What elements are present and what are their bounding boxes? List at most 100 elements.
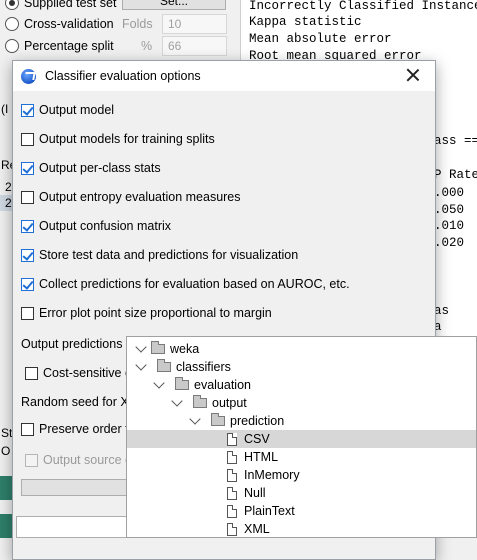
folder-icon (175, 377, 189, 390)
file-icon (227, 522, 237, 536)
percent-label: % (141, 39, 153, 53)
cost-sensitive-checkbox[interactable] (25, 366, 38, 380)
preserve-order-option[interactable]: Preserve order fo (21, 419, 136, 439)
tree-node-weka[interactable]: weka (127, 340, 476, 358)
tree-node-label: output (212, 396, 247, 410)
cross-validation-option[interactable]: Cross-validation (5, 14, 114, 34)
output-line: Kappa statistic (249, 15, 362, 29)
file-icon (227, 504, 237, 518)
result-row-text: 2 (5, 196, 12, 210)
error-plot-point-size-label: Error plot point size proportional to ma… (39, 306, 272, 320)
supplied-test-set-label: Supplied test set (24, 0, 117, 10)
output-models-training-splits-checkbox[interactable] (21, 132, 34, 146)
output-source-option[interactable]: Output source c (25, 450, 131, 470)
chevron-down-icon[interactable] (153, 377, 165, 389)
folds-field[interactable]: 10 (162, 14, 227, 34)
output-per-class-stats-checkbox[interactable] (21, 161, 34, 175)
random-seed-label: Random seed for XV (21, 395, 138, 409)
output-entropy-checkbox[interactable] (21, 190, 34, 204)
set-button[interactable]: Set... (122, 0, 226, 10)
output-fragment: ass == (434, 134, 477, 148)
cross-validation-radio[interactable] (5, 17, 19, 31)
output-confusion-matrix-option[interactable]: Output confusion matrix (21, 216, 171, 236)
tree-node-xml[interactable]: XML (127, 520, 476, 538)
tree-node-prediction[interactable]: prediction (127, 412, 476, 430)
selected-result-row[interactable]: 2 (0, 195, 12, 211)
output-fragment: as (434, 304, 450, 318)
tree-node-csv[interactable]: CSV (127, 430, 476, 448)
preserve-order-label: Preserve order fo (39, 422, 136, 436)
tree-node-plaintext[interactable]: PlainText (127, 502, 476, 520)
weka-bird-logo-2 (0, 514, 12, 538)
tree-node-null[interactable]: Null (127, 484, 476, 502)
percentage-split-option[interactable]: Percentage split (5, 36, 114, 56)
chevron-down-icon[interactable] (135, 359, 147, 371)
tree-node-evaluation[interactable]: evaluation (127, 376, 476, 394)
output-entropy-option[interactable]: Output entropy evaluation measures (21, 187, 241, 207)
tree-node-classifiers[interactable]: classifiers (127, 358, 476, 376)
error-plot-point-size-option[interactable]: Error plot point size proportional to ma… (21, 303, 272, 323)
cross-validation-label: Cross-validation (24, 17, 114, 31)
tree-node-label: InMemory (244, 468, 300, 482)
status-text: O (1, 444, 11, 458)
output-model-option[interactable]: Output model (21, 100, 114, 120)
percentage-split-radio[interactable] (5, 39, 19, 53)
supplied-test-set-radio[interactable] (5, 0, 19, 10)
tree-node-label: CSV (244, 432, 270, 446)
output-per-class-stats-option[interactable]: Output per-class stats (21, 158, 161, 178)
output-line: Incorrectly Classified Instances (249, 0, 477, 13)
output-model-label: Output model (39, 103, 115, 117)
dialog-title: Classifier evaluation options (45, 69, 201, 83)
output-predictions-tree[interactable]: weka classifiers evaluation output predi… (126, 336, 477, 538)
output-source-checkbox[interactable] (25, 453, 38, 467)
file-icon (227, 432, 237, 446)
output-per-class-stats-label: Output per-class stats (39, 161, 161, 175)
output-fragment: P Rate (434, 168, 477, 182)
output-value: .010 (434, 219, 465, 233)
output-model-checkbox[interactable] (21, 103, 34, 117)
source-attributes-button[interactable] (21, 479, 131, 496)
tree-node-output[interactable]: output (127, 394, 476, 412)
edge-paren: (I (1, 102, 9, 116)
output-value: .000 (434, 186, 465, 200)
ok-button[interactable] (16, 516, 131, 538)
result-row[interactable]: 2 (5, 180, 12, 194)
store-test-data-label: Store test data and predictions for visu… (39, 248, 299, 262)
folder-icon (211, 413, 225, 426)
chevron-down-icon[interactable] (171, 395, 183, 407)
tree-node-label: weka (170, 342, 200, 356)
weka-app-icon (21, 68, 36, 84)
store-test-data-checkbox[interactable] (21, 248, 34, 262)
preserve-order-checkbox[interactable] (21, 422, 34, 436)
chevron-down-icon[interactable] (189, 413, 201, 425)
folds-label: Folds (122, 17, 153, 31)
chevron-down-icon[interactable] (135, 341, 147, 353)
collect-predictions-checkbox[interactable] (21, 277, 34, 291)
output-confusion-matrix-label: Output confusion matrix (39, 219, 172, 233)
file-icon (227, 450, 237, 464)
folder-icon (157, 359, 171, 372)
supplied-test-set-option[interactable]: Supplied test set (5, 0, 116, 13)
collect-predictions-option[interactable]: Collect predictions for evaluation based… (21, 274, 350, 294)
cost-sensitive-option[interactable]: Cost-sensitive e (25, 363, 132, 383)
output-source-label: Output source c (43, 453, 132, 467)
tree-node-label: HTML (244, 450, 279, 464)
output-models-training-splits-option[interactable]: Output models for training splits (21, 129, 215, 149)
close-icon[interactable] (405, 67, 421, 83)
dialog-title-bar[interactable]: Classifier evaluation options (13, 61, 435, 91)
tree-node-label: PlainText (244, 504, 295, 518)
error-plot-point-size-checkbox[interactable] (21, 306, 34, 320)
output-models-training-splits-label: Output models for training splits (39, 132, 215, 146)
tree-node-inmemory[interactable]: InMemory (127, 466, 476, 484)
file-icon (227, 468, 237, 482)
output-predictions-row: Output predictions (21, 334, 122, 354)
folder-icon (151, 341, 165, 354)
percent-field[interactable]: 66 (162, 36, 227, 56)
status-label: St (1, 426, 13, 440)
tree-node-html[interactable]: HTML (127, 448, 476, 466)
output-confusion-matrix-checkbox[interactable] (21, 219, 34, 233)
store-test-data-option[interactable]: Store test data and predictions for visu… (21, 245, 298, 265)
percentage-split-label: Percentage split (24, 39, 114, 53)
collect-predictions-label: Collect predictions for evaluation based… (39, 277, 350, 291)
output-line: Mean absolute error (249, 32, 392, 46)
